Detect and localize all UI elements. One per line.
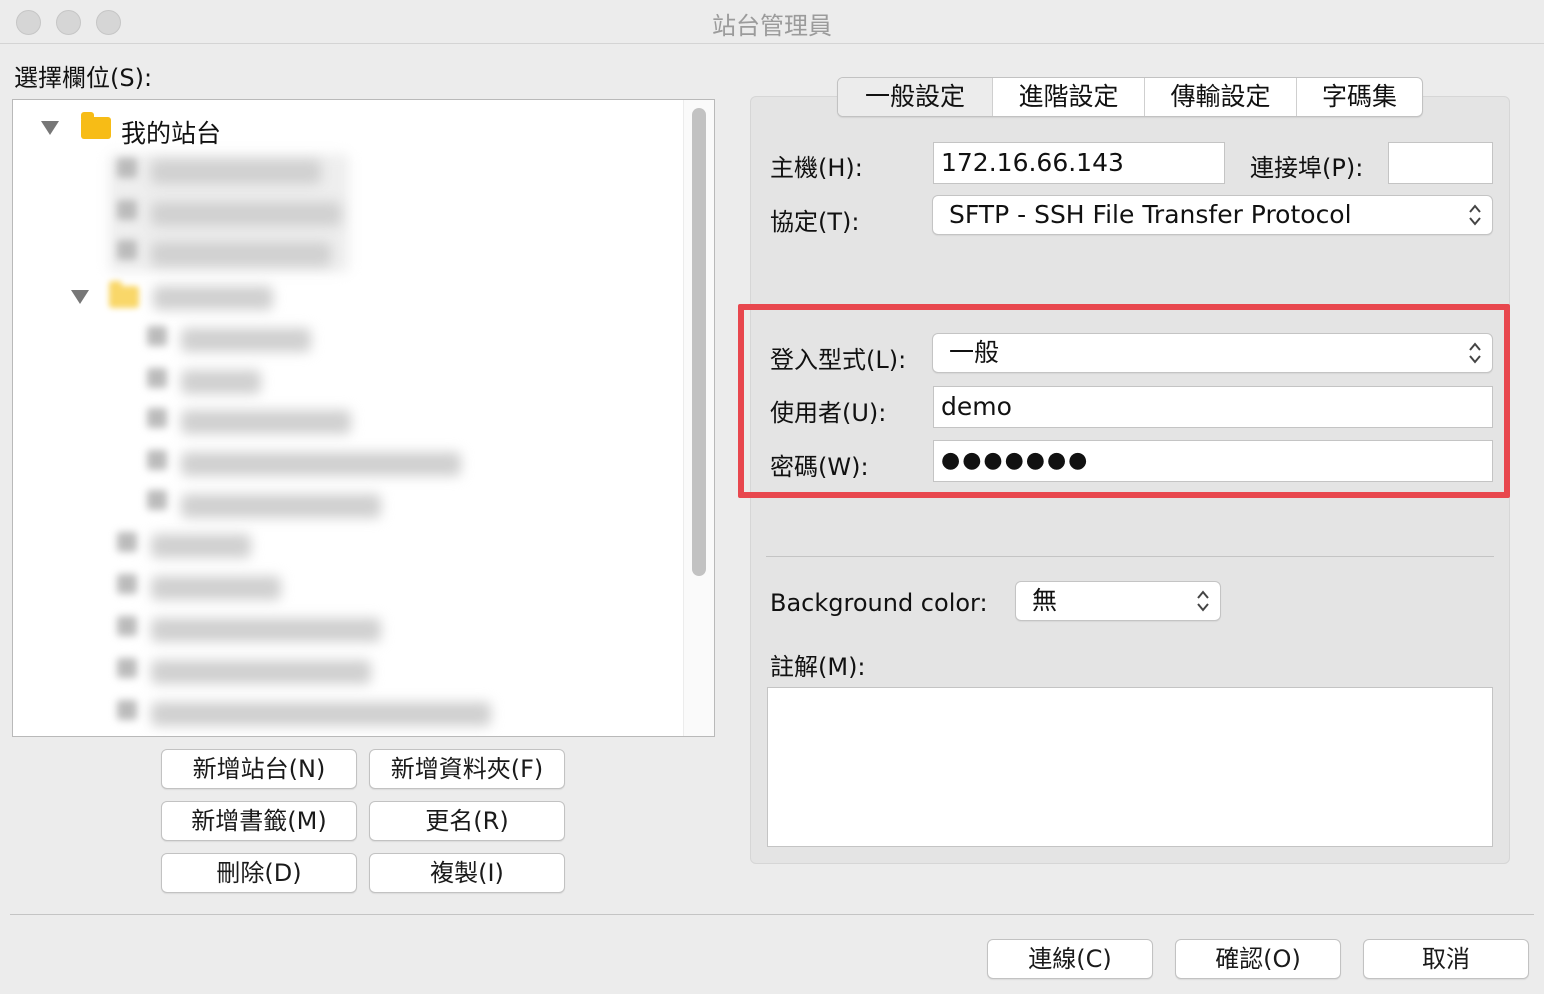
new-site-button[interactable]: 新增站台(N): [161, 749, 357, 789]
background-color-select-value: 無: [1032, 586, 1058, 615]
ok-button[interactable]: 確認(O): [1175, 939, 1341, 979]
highlight-box: [738, 304, 1510, 498]
background-color-select[interactable]: 無: [1015, 581, 1221, 621]
site-icon: [147, 408, 167, 428]
scrollbar-thumb[interactable]: [692, 108, 706, 576]
site-icon: [147, 326, 167, 346]
tree-item-blurred[interactable]: [151, 160, 321, 184]
connect-button[interactable]: 連線(C): [987, 939, 1153, 979]
folder-icon: [81, 112, 111, 139]
delete-button[interactable]: 刪除(D): [161, 853, 357, 893]
up-down-arrows-icon: [1194, 588, 1212, 614]
tree-item-blurred[interactable]: [181, 328, 311, 352]
section-divider: [766, 556, 1494, 557]
up-down-arrows-icon: [1466, 202, 1484, 228]
port-input[interactable]: [1388, 142, 1493, 184]
new-bookmark-button[interactable]: 新增書籤(M): [161, 801, 357, 841]
protocol-select[interactable]: SFTP - SSH File Transfer Protocol: [932, 195, 1493, 235]
tab-transfer[interactable]: 傳輸設定: [1145, 78, 1297, 116]
tree-item-blurred[interactable]: [151, 534, 251, 558]
tree-item-blurred[interactable]: [151, 702, 491, 726]
background-color-label: Background color:: [770, 589, 988, 617]
cancel-button[interactable]: 取消: [1363, 939, 1529, 979]
site-icon: [117, 158, 137, 178]
tree-scrollbar[interactable]: [683, 100, 714, 736]
rename-button[interactable]: 更名(R): [369, 801, 565, 841]
site-icon: [117, 532, 137, 552]
tree-item-blurred[interactable]: [151, 618, 381, 642]
copy-button[interactable]: 複製(I): [369, 853, 565, 893]
site-icon: [117, 200, 137, 220]
expand-arrow-icon[interactable]: [71, 290, 89, 304]
site-manager-window: 站台管理員 選擇欄位(S): 我的站台 新增站台(N) 新增資料夾(F) 新增書…: [0, 0, 1544, 994]
tree-item-blurred[interactable]: [181, 410, 351, 434]
window-title: 站台管理員: [712, 12, 832, 40]
folder-icon: [109, 281, 139, 308]
expand-arrow-icon[interactable]: [41, 121, 59, 135]
select-entry-label: 選擇欄位(S):: [14, 64, 153, 92]
tree-item-blurred[interactable]: [181, 494, 381, 518]
tree-item-blurred[interactable]: [151, 202, 341, 226]
tree-item-blurred[interactable]: [151, 576, 281, 600]
footer-divider: [10, 914, 1534, 915]
comments-label: 註解(M):: [770, 653, 866, 681]
protocol-select-value: SFTP - SSH File Transfer Protocol: [949, 200, 1352, 229]
tree-item-blurred[interactable]: [181, 370, 261, 394]
site-icon: [117, 574, 137, 594]
title-bar: 站台管理員: [0, 0, 1544, 44]
protocol-label: 協定(T):: [770, 208, 860, 236]
site-tree[interactable]: 我的站台: [12, 99, 715, 737]
tree-root-label[interactable]: 我的站台: [121, 114, 221, 150]
tree-item-blurred[interactable]: [153, 286, 273, 310]
site-icon: [117, 616, 137, 636]
site-icon: [147, 450, 167, 470]
tree-item-blurred[interactable]: [151, 660, 371, 684]
tab-advanced[interactable]: 進階設定: [993, 78, 1145, 116]
tree-item-blurred[interactable]: [151, 242, 331, 266]
tree-item-blurred[interactable]: [181, 452, 461, 476]
site-icon: [147, 368, 167, 388]
site-icon: [117, 658, 137, 678]
site-icon: [147, 490, 167, 510]
host-label: 主機(H):: [770, 154, 863, 182]
comments-textarea[interactable]: [767, 687, 1493, 847]
settings-tabs: 一般設定 進階設定 傳輸設定 字碼集: [837, 77, 1423, 117]
host-input[interactable]: 172.16.66.143: [933, 142, 1225, 184]
tab-general[interactable]: 一般設定: [838, 78, 993, 116]
new-folder-button[interactable]: 新增資料夾(F): [369, 749, 565, 789]
port-label: 連接埠(P):: [1250, 154, 1364, 182]
site-icon: [117, 240, 137, 260]
tab-charset[interactable]: 字碼集: [1297, 78, 1422, 116]
site-icon: [117, 700, 137, 720]
